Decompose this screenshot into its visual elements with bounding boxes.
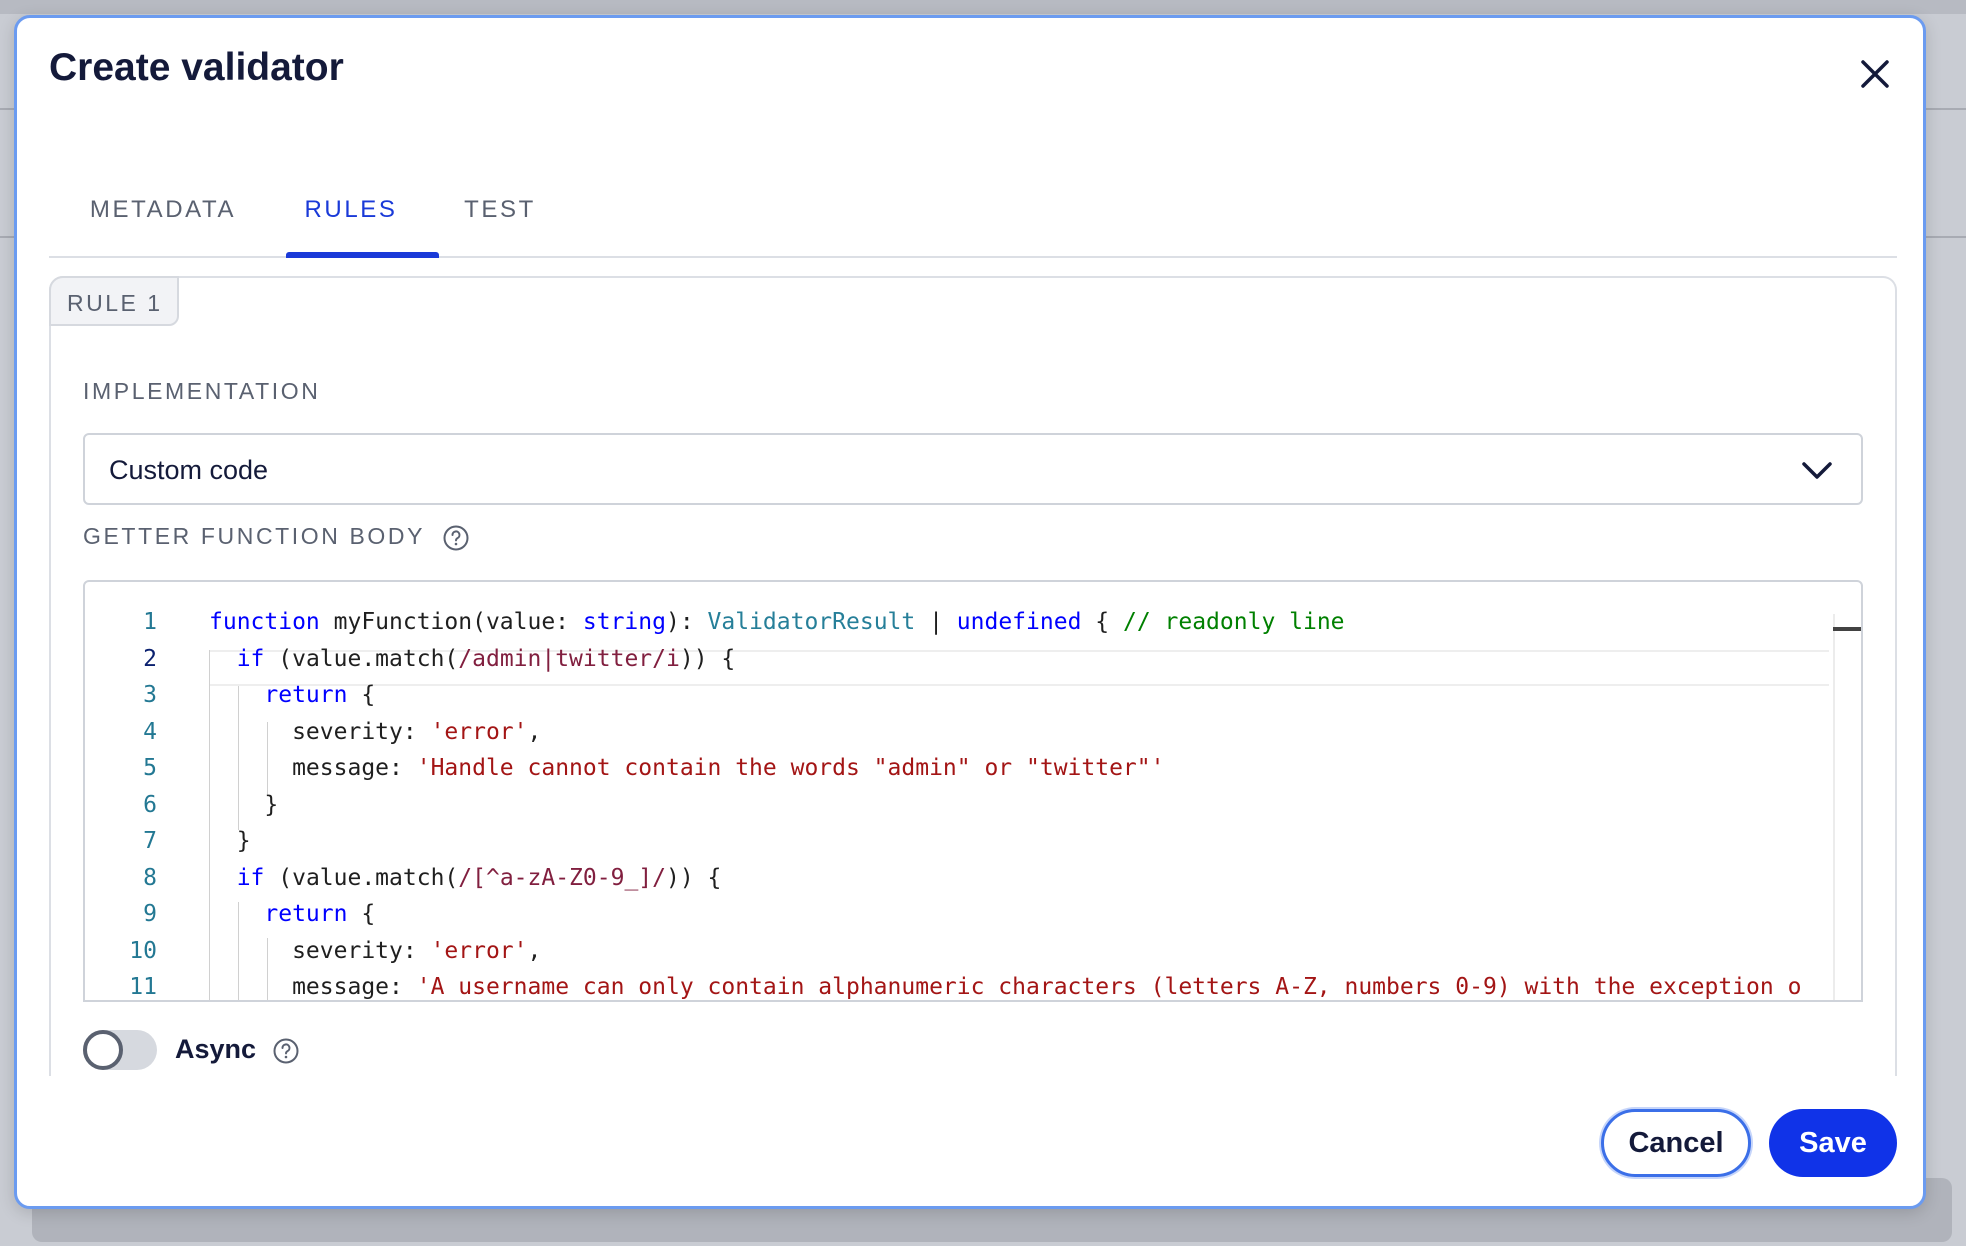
tab-bar: METADATA RULES TEST <box>49 168 1897 258</box>
line-number: 9 <box>143 901 157 927</box>
code-text: if (value.match(/[^a-zA-Z0-9_]/)) { <box>236 864 722 891</box>
save-button[interactable]: Save <box>1769 1109 1897 1177</box>
code-line[interactable]: 11 message: 'A username can only contain… <box>85 969 1861 1000</box>
code-text: if (value.match(/admin|twitter/i)) { <box>236 645 736 672</box>
close-icon <box>1861 60 1889 88</box>
rule-panel: RULE 1 IMPLEMENTATION Custom code GETTER… <box>49 276 1897 1076</box>
line-number: 5 <box>143 755 157 781</box>
code-text: severity: 'error', <box>209 937 542 964</box>
code-editor[interactable]: 1 function myFunction(value: string): Val… <box>83 580 1863 1002</box>
chevron-down-icon <box>1802 462 1832 479</box>
tab-test[interactable]: TEST <box>445 168 555 258</box>
line-number: 10 <box>129 937 157 964</box>
async-label-text: Async <box>175 1034 257 1064</box>
line-number: 7 <box>143 828 157 854</box>
code-line[interactable]: 10 severity: 'error', <box>85 933 1861 969</box>
code-text: severity: 'error', <box>209 718 542 745</box>
backdrop-line <box>1926 108 1966 110</box>
code-line[interactable]: 3 return { <box>85 677 1861 713</box>
code-line[interactable]: 8 if (value.match(/[^a-zA-Z0-9_]/)) { <box>85 860 1861 896</box>
editor-scrollbar[interactable] <box>1833 614 1861 1000</box>
cancel-button[interactable]: Cancel <box>1601 1109 1751 1177</box>
code-text: message: 'A username can only contain al… <box>209 974 1802 1000</box>
active-tab-indicator <box>286 252 439 258</box>
line-number: 2 <box>143 645 157 672</box>
async-toggle[interactable] <box>83 1030 157 1070</box>
implementation-value: Custom code <box>109 455 269 485</box>
dialog-title: Create validator <box>49 46 344 89</box>
implementation-label: IMPLEMENTATION <box>83 378 321 404</box>
code-text: return { <box>264 682 376 708</box>
code-text: return { <box>264 901 376 927</box>
line-number: 1 <box>143 609 157 635</box>
code-line[interactable]: 6 } <box>85 787 1861 823</box>
code-text: function myFunction(value: string): Vali… <box>209 609 1345 635</box>
tab-rules[interactable]: RULES <box>273 168 429 258</box>
getter-function-label-text: GETTER FUNCTION BODY <box>83 523 425 549</box>
implementation-select[interactable]: Custom code <box>83 433 1863 505</box>
backdrop-line <box>0 236 14 238</box>
create-validator-dialog: Create validator METADATA RULES TEST RUL… <box>14 15 1926 1209</box>
close-button[interactable] <box>1851 50 1899 98</box>
code-text: message: 'Handle cannot contain the word… <box>209 755 1165 781</box>
backdrop-line <box>0 108 14 110</box>
line-number: 8 <box>143 864 157 891</box>
async-label: Async <box>175 1034 300 1065</box>
help-icon[interactable] <box>272 1037 300 1065</box>
code-line[interactable]: 4 severity: 'error', <box>85 714 1861 750</box>
code-text: } <box>209 828 251 854</box>
code-line[interactable]: 1 function myFunction(value: string): Val… <box>85 604 1861 640</box>
code-line[interactable]: 9 return { <box>85 896 1861 932</box>
line-number: 4 <box>143 718 157 745</box>
line-number: 11 <box>129 974 157 1000</box>
code-line[interactable]: 2 if (value.match(/admin|twitter/i)) { <box>85 641 1861 677</box>
help-icon[interactable] <box>442 524 470 552</box>
backdrop-top <box>0 0 1966 14</box>
backdrop-line <box>1926 236 1966 238</box>
getter-function-label: GETTER FUNCTION BODY <box>83 523 470 552</box>
toggle-knob <box>83 1030 123 1070</box>
rule-tag: RULE 1 <box>49 276 179 326</box>
tab-metadata[interactable]: METADATA <box>77 168 249 258</box>
code-text: } <box>209 791 279 818</box>
scrollbar-cursor-marker <box>1833 627 1861 631</box>
code-line[interactable]: 7 } <box>85 823 1861 859</box>
line-number: 6 <box>143 791 157 818</box>
line-number: 3 <box>143 682 157 708</box>
code-line[interactable]: 5 message: 'Handle cannot contain the wo… <box>85 750 1861 786</box>
